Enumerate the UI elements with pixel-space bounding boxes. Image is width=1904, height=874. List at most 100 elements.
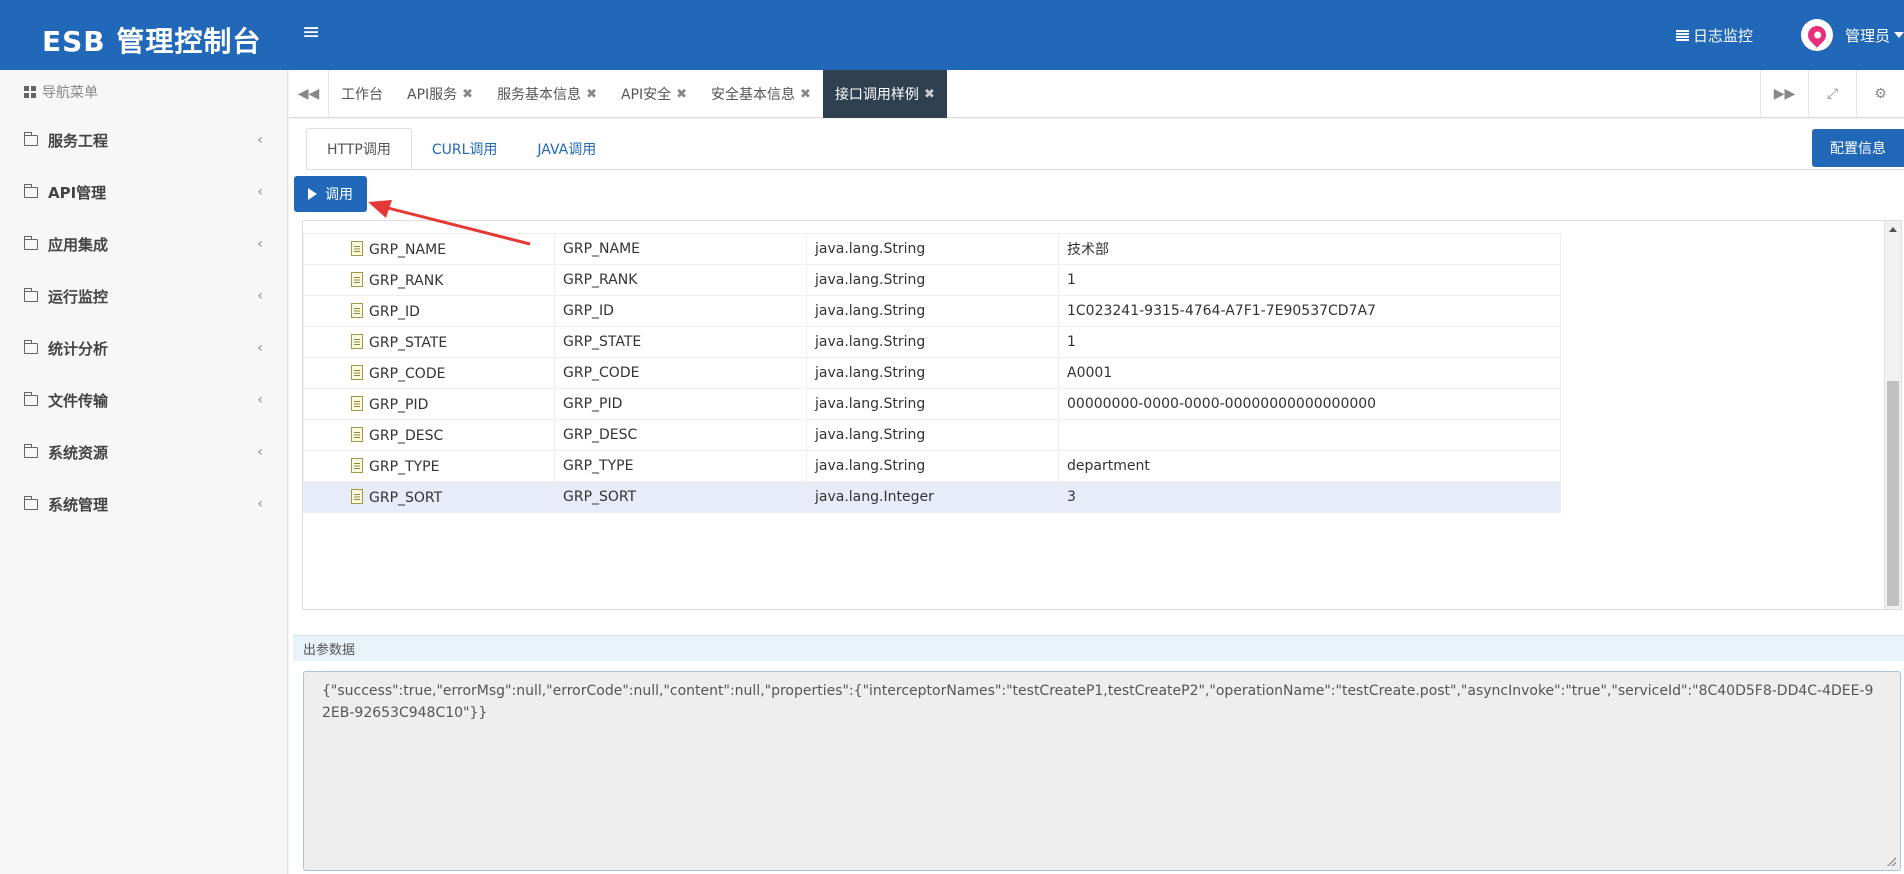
tab-workbench[interactable]: 工作台 — [329, 70, 395, 118]
resize-handle-icon[interactable] — [1887, 857, 1896, 866]
folder-icon — [23, 391, 38, 406]
invoke-button-label: 调用 — [325, 187, 353, 203]
sidebar-item-label: API管理 — [48, 183, 107, 202]
sidebar-item-statistics[interactable]: 统计分析 ‹ — [0, 322, 287, 374]
tabs-bar: ◀◀ 工作台 API服务 ✖ 服务基本信息 ✖ API安全 ✖ 安全基本信息 ✖ 接口调… — [289, 70, 1904, 118]
list-icon — [1675, 29, 1689, 41]
tab-label: 安全基本信息 — [711, 87, 796, 103]
menu-toggle-icon[interactable]: ≡ — [302, 22, 320, 44]
params-table: GRP_NAME GRP_NAME java.lang.String 技术部 GRP_… — [303, 233, 1561, 513]
param-value[interactable]: 1 — [1058, 264, 1561, 296]
tabs-scroll-right-icon[interactable]: ▶▶ — [1760, 70, 1808, 118]
tabs-scroll-left-icon[interactable]: ◀◀ — [289, 70, 329, 118]
param-type: java.lang.String — [806, 419, 1059, 451]
avatar — [1800, 19, 1833, 51]
chevron-left-icon: ‹ — [257, 288, 263, 304]
app-title: ESB 管理控制台 — [42, 25, 262, 58]
invoke-button[interactable]: 调用 — [294, 176, 367, 212]
folder-icon — [23, 287, 38, 302]
param-type: java.lang.String — [806, 357, 1059, 389]
param-value[interactable] — [1058, 419, 1561, 451]
table-row[interactable]: GRP_ID GRP_ID java.lang.String 1C023241-931… — [303, 295, 1561, 327]
tab-api-service[interactable]: API服务 ✖ — [395, 70, 485, 118]
sidebar-item-api-management[interactable]: API管理 ‹ — [0, 166, 287, 218]
log-monitor-label: 日志监控 — [1692, 26, 1753, 45]
param-alias: GRP_RANK — [554, 264, 807, 296]
document-icon — [351, 271, 363, 287]
close-icon[interactable]: ✖ — [924, 87, 935, 102]
tab-interface-call-sample[interactable]: 接口调用样例 ✖ — [822, 70, 947, 118]
param-value[interactable]: department — [1058, 450, 1561, 482]
tab-label: 接口调用样例 — [834, 87, 919, 103]
folder-icon — [23, 235, 38, 250]
sidebar-item-service-project[interactable]: 服务工程 ‹ — [0, 114, 287, 166]
top-right-area: 日志监控 管理员 — [1675, 0, 1904, 70]
param-value[interactable]: A0001 — [1058, 357, 1561, 389]
sidebar-item-label: 文件传输 — [48, 391, 109, 410]
param-value[interactable]: 1C023241-9315-4764-A7F1-7E90537CD7A7 — [1058, 295, 1561, 327]
scroll-up-icon[interactable] — [1889, 227, 1897, 232]
sidebar-item-app-integration[interactable]: 应用集成 ‹ — [0, 218, 287, 270]
param-alias: GRP_ID — [554, 295, 807, 327]
param-value[interactable]: 技术部 — [1058, 233, 1561, 265]
table-row[interactable]: GRP_TYPE GRP_TYPE java.lang.String departme… — [303, 450, 1561, 482]
folder-icon — [23, 443, 38, 458]
vertical-scrollbar[interactable] — [1884, 221, 1901, 609]
sidebar-item-label: 系统管理 — [48, 495, 109, 514]
document-icon — [351, 395, 363, 411]
table-row[interactable]: GRP_SORT GRP_SORT java.lang.Integer 3 — [303, 481, 1561, 513]
sidebar-item-system-management[interactable]: 系统管理 ‹ — [0, 478, 287, 530]
tab-service-basic-info[interactable]: 服务基本信息 ✖ — [485, 70, 609, 118]
tab-divider — [306, 169, 1904, 170]
table-row[interactable]: GRP_STATE GRP_STATE java.lang.String 1 — [303, 326, 1561, 358]
param-type: java.lang.String — [806, 295, 1059, 327]
folder-icon — [23, 131, 38, 146]
folder-icon — [23, 339, 38, 354]
table-row[interactable]: GRP_DESC GRP_DESC java.lang.String — [303, 419, 1561, 451]
table-row[interactable]: GRP_RANK GRP_RANK java.lang.String 1 — [303, 264, 1561, 296]
output-textarea[interactable]: {"success":true,"errorMsg":null,"errorCo… — [303, 671, 1901, 871]
sidebar-item-label: 统计分析 — [48, 339, 109, 358]
param-value[interactable]: 00000000-0000-0000-00000000000000000 — [1058, 388, 1561, 420]
fullscreen-icon[interactable]: ⤢ — [1808, 70, 1856, 118]
tab-label: 工作台 — [341, 87, 383, 103]
chevron-left-icon: ‹ — [257, 444, 263, 460]
chevron-left-icon: ‹ — [257, 496, 263, 512]
sidebar-item-runtime-monitor[interactable]: 运行监控 ‹ — [0, 270, 287, 322]
tab-java-call[interactable]: JAVA调用 — [517, 128, 616, 170]
param-type: java.lang.String — [806, 264, 1059, 296]
log-monitor-link[interactable]: 日志监控 — [1675, 25, 1753, 46]
table-row[interactable]: GRP_PID GRP_PID java.lang.String 00000000-0… — [303, 388, 1561, 420]
sidebar: 导航菜单 服务工程 ‹ API管理 ‹ 应用集成 ‹ 运行监控 ‹ 统计分析 ‹ 文件传输… — [0, 70, 288, 874]
play-icon — [308, 188, 317, 200]
tab-curl-call[interactable]: CURL调用 — [412, 128, 518, 170]
param-value[interactable]: 1 — [1058, 326, 1561, 358]
gear-icon[interactable]: ⚙ — [1856, 70, 1904, 118]
close-icon[interactable]: ✖ — [676, 87, 687, 102]
top-bar: ESB 管理控制台 ≡ 日志监控 管理员 — [0, 0, 1904, 70]
scrollbar-thumb[interactable] — [1887, 381, 1899, 606]
sidebar-item-file-transfer[interactable]: 文件传输 ‹ — [0, 374, 287, 426]
param-value[interactable]: 3 — [1058, 481, 1561, 513]
user-menu[interactable]: 管理员 — [1800, 19, 1904, 51]
sidebar-item-system-resources[interactable]: 系统资源 ‹ — [0, 426, 287, 478]
param-alias: GRP_SORT — [554, 481, 807, 513]
sidebar-item-label: 应用集成 — [48, 235, 109, 254]
document-icon — [351, 302, 363, 318]
param-type: java.lang.String — [806, 450, 1059, 482]
param-name: GRP_RANK — [369, 272, 444, 289]
config-info-button[interactable]: 配置信息 — [1812, 129, 1904, 167]
close-icon[interactable]: ✖ — [800, 87, 811, 102]
close-icon[interactable]: ✖ — [586, 87, 597, 102]
tab-http-call[interactable]: HTTP调用 — [306, 128, 412, 170]
sidebar-item-label: 系统资源 — [48, 443, 109, 462]
param-alias: GRP_STATE — [554, 326, 807, 358]
param-name: GRP_PID — [369, 396, 429, 413]
document-icon — [351, 457, 363, 473]
tab-security-basic-info[interactable]: 安全基本信息 ✖ — [699, 70, 823, 118]
table-row[interactable]: GRP_CODE GRP_CODE java.lang.String A0001 — [303, 357, 1561, 389]
chevron-left-icon: ‹ — [257, 392, 263, 408]
tab-api-security[interactable]: API安全 ✖ — [609, 70, 699, 118]
close-icon[interactable]: ✖ — [462, 87, 473, 102]
param-name: GRP_STATE — [369, 334, 448, 351]
